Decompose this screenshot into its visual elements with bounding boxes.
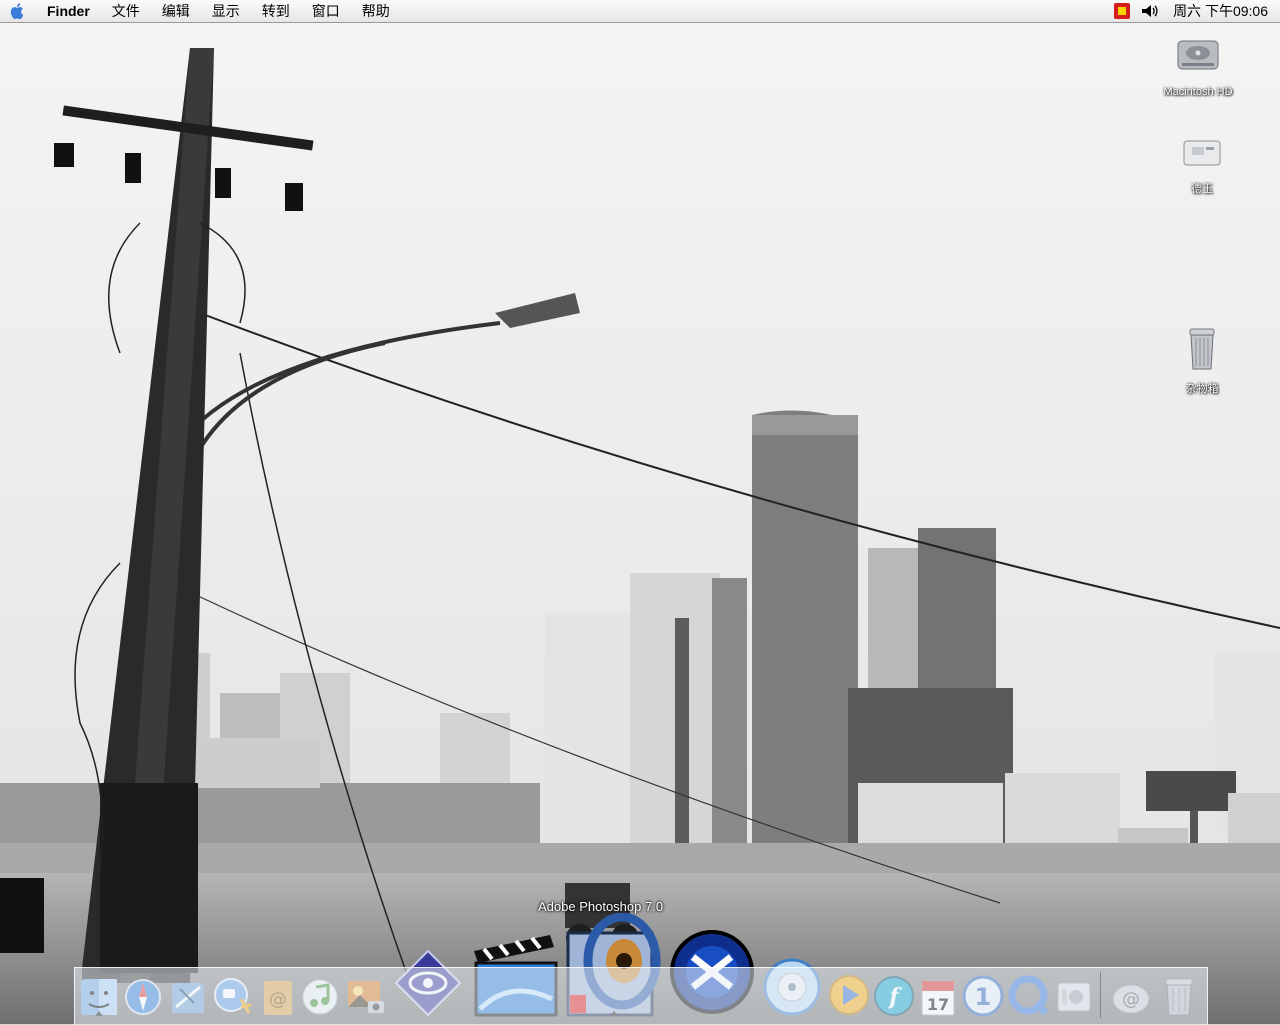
- desktop-icon-label: Macintosh HD: [1163, 86, 1233, 98]
- menu-edit[interactable]: 编辑: [151, 0, 201, 22]
- hard-drive-icon: [1177, 40, 1219, 70]
- trash-can-icon: [1189, 328, 1215, 370]
- menu-view[interactable]: 显示: [201, 0, 251, 22]
- menu-window[interactable]: 窗口: [301, 0, 351, 22]
- menu-go[interactable]: 转到: [251, 0, 301, 22]
- input-method-icon[interactable]: [1111, 0, 1133, 22]
- dock: [74, 967, 1208, 1025]
- desktop-icon-label: 德玉: [1191, 183, 1213, 195]
- dock-tooltip: Adobe Photoshop 7.0: [538, 899, 664, 914]
- desktop-icon-macintosh-hd[interactable]: Macintosh HD: [1148, 31, 1248, 98]
- desktop-icon-network-volume[interactable]: 德玉: [1152, 133, 1252, 196]
- menu-file[interactable]: 文件: [101, 0, 151, 22]
- menu-help[interactable]: 帮助: [351, 0, 401, 22]
- volume-icon[interactable]: [1139, 0, 1161, 22]
- desktop-wallpaper: [0, 23, 1280, 1024]
- menu-bar: Finder 文件 编辑 显示 转到 窗口 帮助 周六 下午09:06: [0, 0, 1280, 23]
- desktop: Macintosh HD 德玉 杂物箱: [0, 23, 1280, 1024]
- menu-clock[interactable]: 周六 下午09:06: [1167, 0, 1280, 22]
- desktop-icon-label: 杂物箱: [1185, 383, 1219, 395]
- dock-separator: [1100, 972, 1101, 1018]
- apple-menu-icon[interactable]: [0, 0, 36, 22]
- network-volume-icon: [1183, 140, 1221, 166]
- desktop-icon-trash[interactable]: 杂物箱: [1152, 323, 1252, 396]
- menu-finder[interactable]: Finder: [36, 0, 101, 22]
